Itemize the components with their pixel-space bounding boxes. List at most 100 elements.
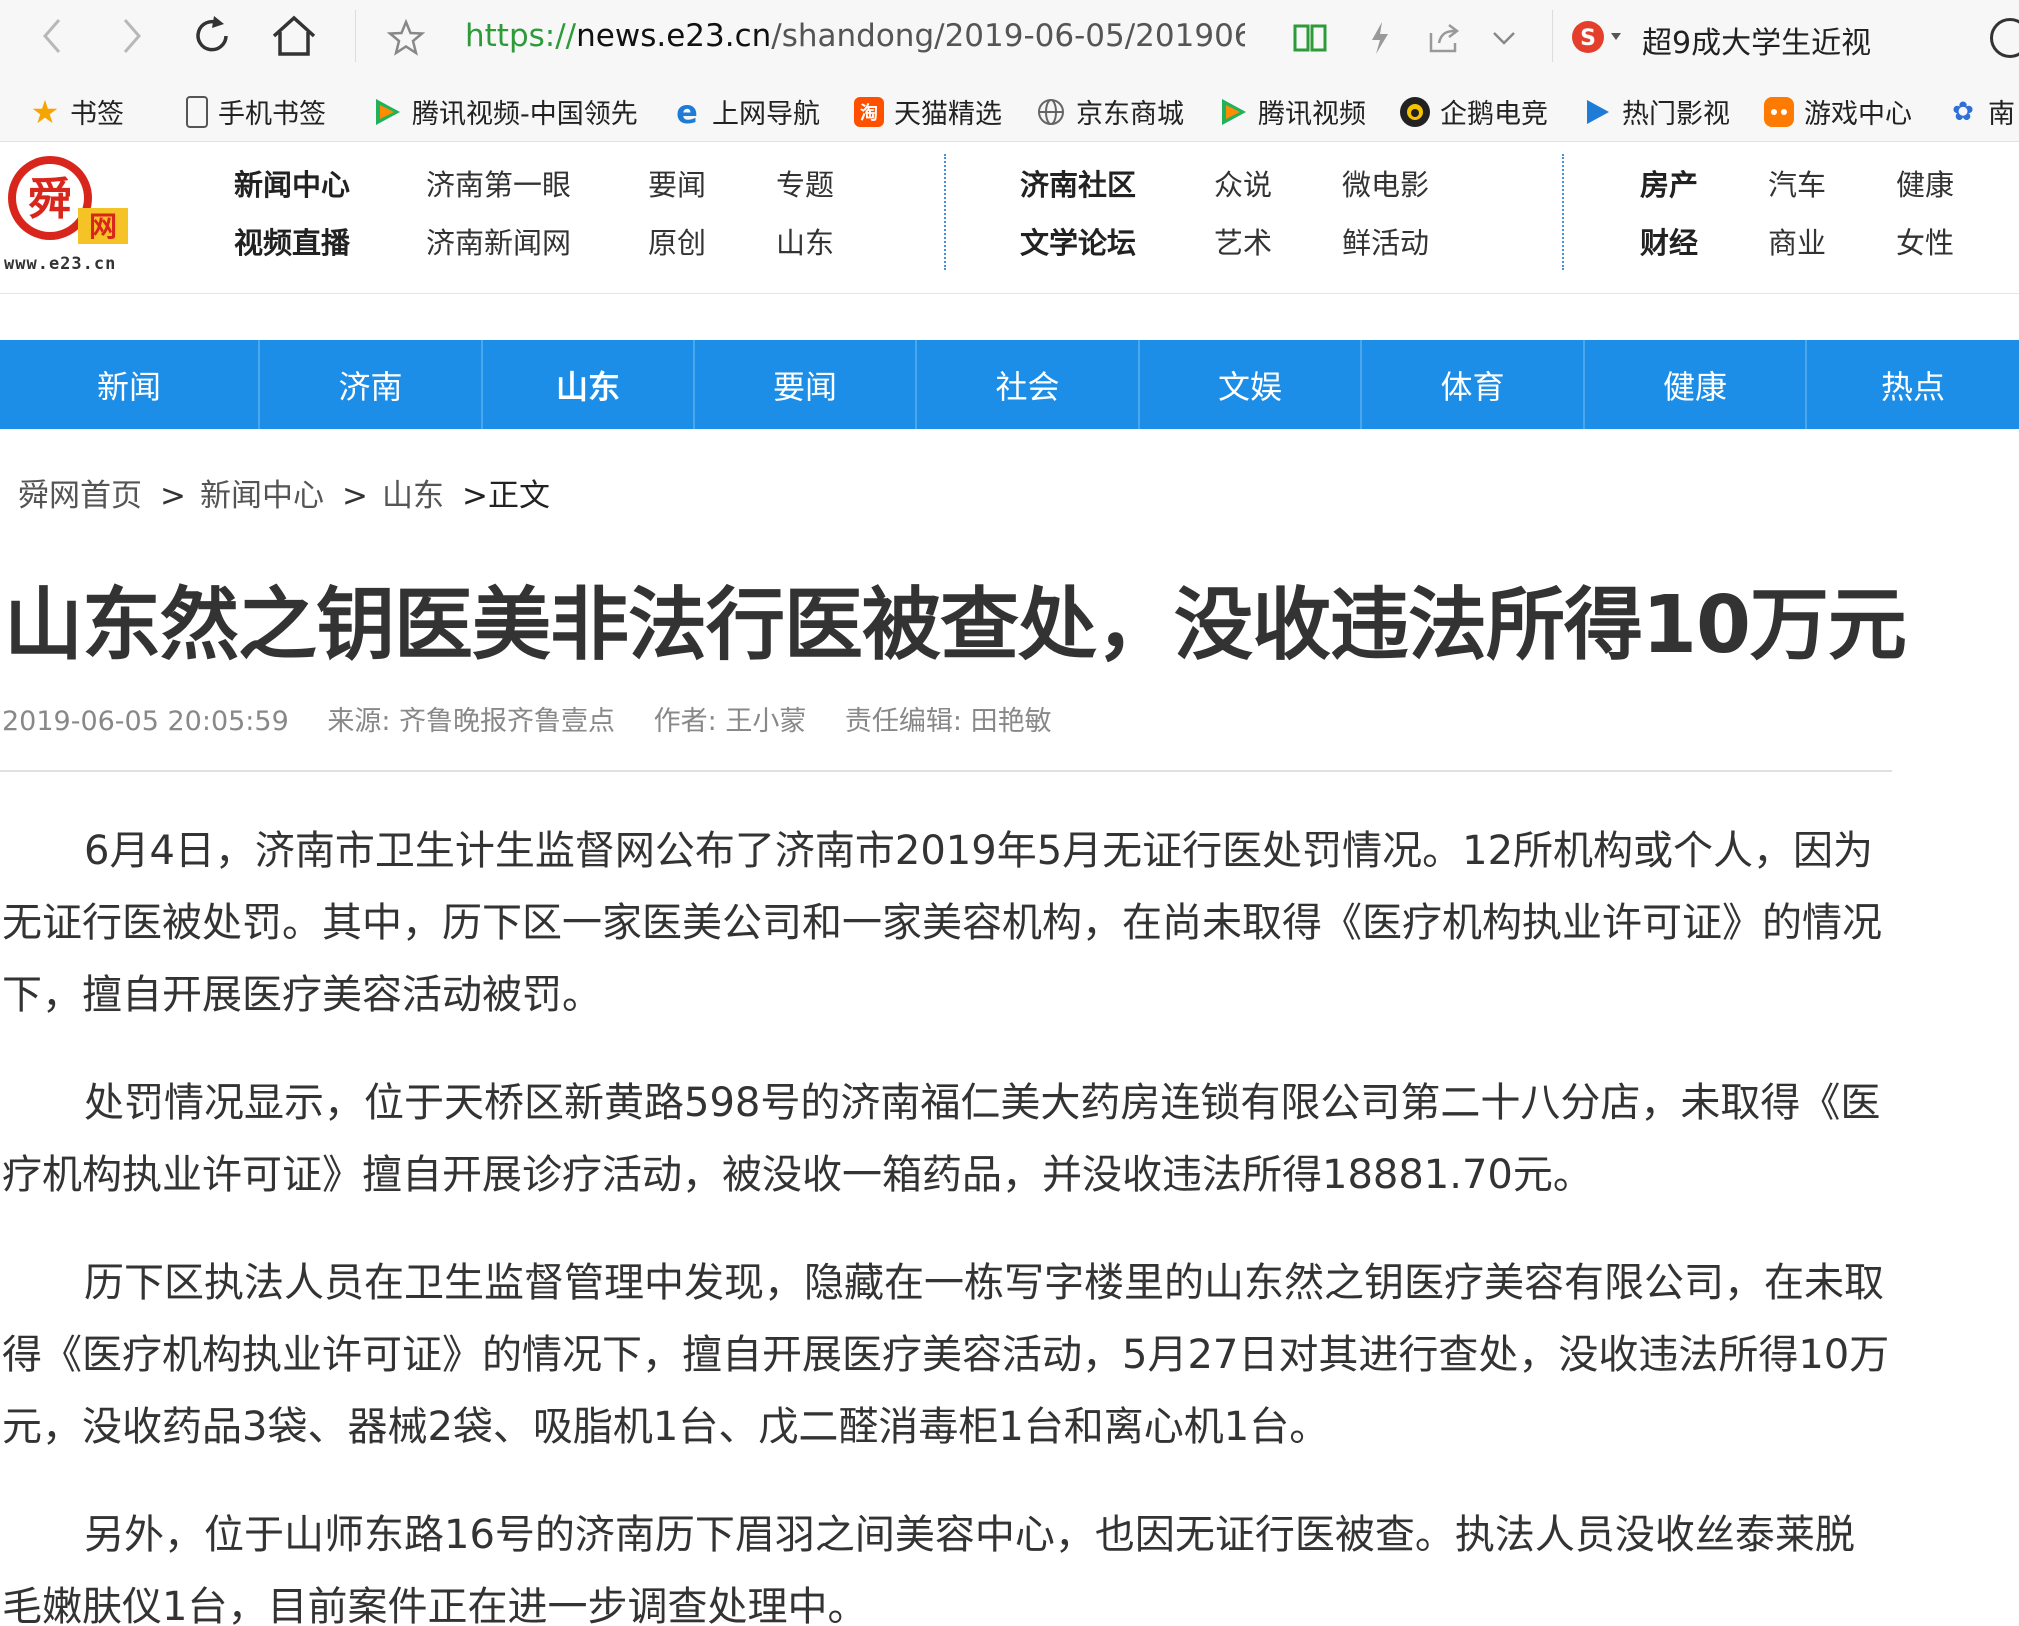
nav-link-women[interactable]: 女性 [1896, 220, 1954, 262]
nav-tab-entertainment[interactable]: 文娱 [1140, 340, 1362, 429]
address-bar[interactable]: https://news.e23.cn/shandong/2019-06-05/… [465, 18, 1245, 54]
article-title: 山东然之钥医美非法行医被查处，没收违法所得10万元 [4, 579, 1907, 671]
nav-tab-jinan[interactable]: 济南 [260, 340, 483, 429]
bookmark-item[interactable]: 游戏中心 [1764, 92, 1912, 131]
breadcrumb-news-center[interactable]: 新闻中心 [200, 470, 324, 515]
share-icon[interactable] [1424, 18, 1464, 58]
breadcrumb-separator: > [160, 478, 186, 514]
gamepad-icon [1764, 96, 1794, 127]
article-source: 来源: 齐鲁晚报齐鲁壹点 [327, 706, 616, 737]
article-body: 6月4日，济南市卫生计生监督网公布了济南市2019年5月无证行医处罚情况。12所… [2, 815, 1892, 1626]
refresh-icon[interactable] [188, 12, 236, 60]
breadcrumb-current: >正文 [461, 478, 550, 514]
globe-icon [1036, 97, 1066, 127]
search-box[interactable]: 超9成大学生近视 [1642, 18, 1871, 62]
url-protocol: https:// [465, 18, 577, 54]
header-divider [1562, 154, 1564, 270]
svg-text:S: S [1580, 26, 1596, 51]
article-editor: 责任编辑: 田艳敏 [844, 706, 1052, 737]
nav-link-opinions[interactable]: 众说 [1214, 162, 1272, 204]
back-icon[interactable] [30, 14, 74, 58]
nav-link-video-live[interactable]: 视频直播 [234, 220, 350, 262]
bookmark-label: 企鹅电竞 [1440, 99, 1548, 130]
nav-link-events[interactable]: 鲜活动 [1342, 220, 1429, 262]
header-divider [944, 154, 946, 270]
chevron-down-icon[interactable] [1484, 18, 1524, 58]
nav-link-micro-film[interactable]: 微电影 [1342, 162, 1429, 204]
nav-tab-headlines[interactable]: 要闻 [695, 340, 917, 429]
site-header: 舜 网 www.e23.cn 新闻中心 视频直播 济南第一眼 济南新闻网 要闻 … [0, 142, 2019, 294]
nav-link-jinan-news[interactable]: 济南新闻网 [426, 220, 571, 262]
lightning-icon[interactable] [1360, 18, 1400, 58]
bookmark-item[interactable]: 淘 天猫精选 [854, 92, 1002, 131]
tencent-video-icon [372, 97, 402, 127]
bookmark-item[interactable]: ✿ 南 [1948, 92, 2015, 131]
bookmark-label: 南 [1988, 99, 2015, 130]
home-icon[interactable] [268, 12, 320, 60]
bookmark-item[interactable]: 企鹅电竞 [1400, 92, 1548, 131]
article-meta: 2019-06-05 20:05:59 来源: 齐鲁晚报齐鲁壹点 作者: 王小蒙… [2, 699, 1082, 738]
nav-link-literature-forum[interactable]: 文学论坛 [1020, 220, 1136, 262]
bookmark-item[interactable]: 热门影视 [1582, 92, 1730, 131]
bookmark-label: 热门影视 [1622, 99, 1730, 130]
nav-link-real-estate[interactable]: 房产 [1640, 162, 1698, 204]
nav-link-health[interactable]: 健康 [1896, 162, 1954, 204]
bookmark-item[interactable]: 腾讯视频 [1218, 92, 1366, 131]
main-nav: 新闻 济南 山东 要闻 社会 文娱 体育 健康 热点 [0, 340, 2019, 429]
article-paragraph: 历下区执法人员在卫生监督管理中发现，隐藏在一栋写字楼里的山东然之钥医疗美容有限公… [2, 1260, 1890, 1450]
forward-icon[interactable] [110, 14, 154, 58]
bookmark-item[interactable]: 京东商城 [1036, 92, 1184, 131]
breadcrumb-home[interactable]: 舜网首页 [18, 470, 142, 515]
url-path: /shandong/2019-06-05/2019060 [771, 18, 1245, 54]
nav-link-headlines[interactable]: 要闻 [648, 162, 706, 204]
penguin-icon [1400, 96, 1430, 127]
tmall-icon: 淘 [854, 96, 884, 127]
reader-mode-icon[interactable] [1290, 18, 1330, 58]
paw-icon: ✿ [1952, 96, 1974, 127]
article-datetime: 2019-06-05 20:05:59 [2, 706, 289, 737]
nav-tab-news[interactable]: 新闻 [0, 340, 260, 429]
nav-tab-health[interactable]: 健康 [1585, 340, 1807, 429]
article-paragraph: 另外，位于山师东路16号的济南历下眉羽之间美容中心，也因无证行医被查。执法人员没… [2, 1512, 1855, 1626]
article-paragraph: 处罚情况显示，位于天桥区新黄路598号的济南福仁美大药房连锁有限公司第二十八分店… [2, 1080, 1881, 1198]
bookmark-label: 腾讯视频-中国领先 [412, 99, 638, 130]
svg-text:网: 网 [89, 210, 117, 243]
svg-text:舜: 舜 [28, 174, 72, 225]
article-paragraph: 6月4日，济南市卫生计生监督网公布了济南市2019年5月无证行医处罚情况。12所… [2, 828, 1882, 1018]
breadcrumb-shandong[interactable]: 山东 [382, 470, 444, 515]
toolbar-divider [1552, 10, 1553, 62]
site-logo[interactable]: 舜 网 www.e23.cn [4, 150, 154, 278]
nav-link-jinan-community[interactable]: 济南社区 [1020, 162, 1136, 204]
bookmarks-bar: ★ 书签 手机书签 腾讯视频-中国领先 e 上网导航 淘 天猫精选 京东商城 腾… [0, 76, 2019, 142]
bookmark-label: 上网导航 [712, 99, 820, 130]
nav-link-original[interactable]: 原创 [648, 220, 706, 262]
nav-link-finance[interactable]: 财经 [1640, 220, 1698, 262]
toolbar-divider [355, 10, 356, 62]
play-icon [1582, 97, 1612, 127]
bookmark-item[interactable]: e 上网导航 [672, 92, 820, 131]
nav-tab-society[interactable]: 社会 [917, 340, 1140, 429]
breadcrumb: 舜网首页 > 新闻中心 > 山东 >正文 [18, 470, 550, 515]
nav-link-topics[interactable]: 专题 [776, 162, 834, 204]
star-icon: ★ [30, 92, 60, 131]
nav-link-art[interactable]: 艺术 [1214, 220, 1272, 262]
bookmark-item[interactable]: 腾讯视频-中国领先 [372, 92, 644, 131]
bookmark-item[interactable]: ★ 书签 [30, 92, 124, 131]
nav-link-jinan-first[interactable]: 济南第一眼 [426, 162, 571, 204]
search-icon[interactable] [1990, 18, 2019, 58]
bookmark-item[interactable]: 手机书签 [186, 92, 326, 131]
nav-link-business[interactable]: 商业 [1768, 220, 1826, 262]
nav-tab-sports[interactable]: 体育 [1362, 340, 1585, 429]
bookmark-label: 京东商城 [1076, 99, 1184, 130]
logo-url: www.e23.cn [4, 254, 117, 274]
nav-tab-shandong[interactable]: 山东 [483, 340, 695, 429]
nav-link-auto[interactable]: 汽车 [1768, 162, 1826, 204]
sogou-search-icon[interactable]: S [1568, 16, 1628, 58]
nav-link-news-center[interactable]: 新闻中心 [234, 162, 350, 204]
bookmark-label: 书签 [70, 99, 124, 130]
nav-link-shandong[interactable]: 山东 [776, 220, 834, 262]
star-bookmark-icon[interactable] [384, 16, 428, 60]
meta-divider [0, 770, 1892, 772]
nav-tab-hot[interactable]: 热点 [1807, 340, 2019, 429]
breadcrumb-separator: > [341, 478, 368, 514]
